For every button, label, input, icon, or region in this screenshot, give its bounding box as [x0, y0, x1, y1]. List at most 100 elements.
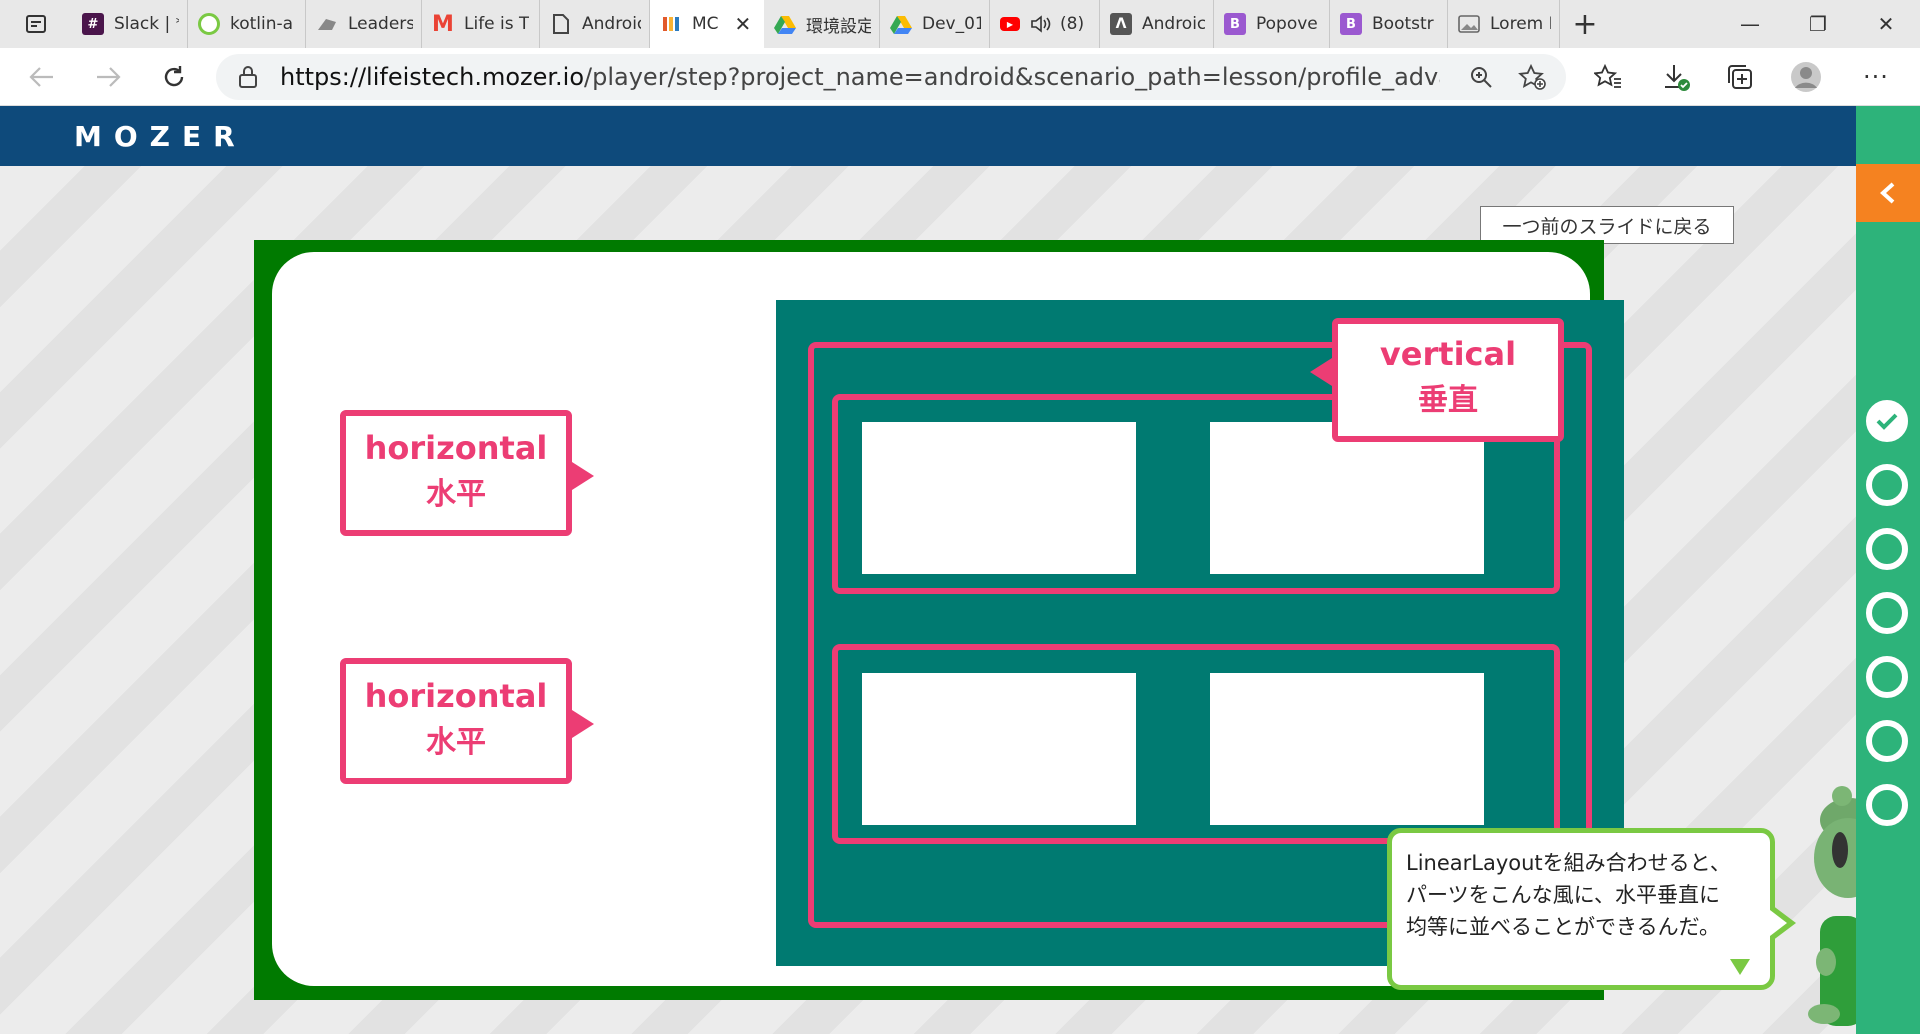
new-tab-button[interactable]: + [1560, 0, 1610, 48]
drive-icon [890, 13, 912, 35]
tab-lorem[interactable]: Lorem I [1448, 0, 1560, 48]
tab-label: MC [692, 14, 719, 34]
favorites-icon[interactable] [1592, 61, 1624, 93]
sidebar-toggle-button[interactable] [1856, 164, 1920, 222]
mozer-icon [660, 13, 682, 35]
page-icon [550, 13, 572, 35]
slide-stage: 一つ前のスライドに戻る vertical 垂直 horizontal 水平 ho… [0, 166, 1856, 1034]
close-window-button[interactable]: ✕ [1852, 0, 1920, 48]
tab-actions-button[interactable] [0, 0, 72, 48]
minimize-button[interactable]: — [1716, 0, 1784, 48]
close-tab-icon[interactable]: ✕ [735, 12, 752, 36]
layout-cell [862, 673, 1136, 825]
tab-label: Androic [1142, 14, 1205, 34]
speaker-icon[interactable] [1030, 14, 1052, 34]
progress-sidebar [1856, 106, 1920, 1034]
tab-settings-drive[interactable]: 環境設定 [764, 0, 880, 48]
next-triangle-icon[interactable] [1730, 959, 1750, 975]
progress-step-6[interactable] [1866, 720, 1908, 762]
layout-cell [1210, 673, 1484, 825]
previous-slide-button[interactable]: 一つ前のスライドに戻る [1480, 206, 1734, 244]
gmail-icon: M [432, 11, 454, 37]
restore-button[interactable]: ❐ [1784, 0, 1852, 48]
callout-japanese: 垂直 [1418, 383, 1478, 418]
callout-arrow [1310, 358, 1332, 386]
tab-label: (8) [1060, 14, 1085, 34]
url-text[interactable]: https://lifeistech.mozer.io/player/step?… [280, 63, 1440, 91]
more-menu-icon[interactable]: ··· [1860, 61, 1892, 93]
tab-popover[interactable]: B Popove [1214, 0, 1330, 48]
layout-cell [1210, 422, 1484, 574]
reload-button[interactable] [154, 57, 194, 97]
progress-step-3[interactable] [1866, 528, 1908, 570]
callout-english: vertical [1379, 335, 1517, 373]
horizontal-callout-top: horizontal 水平 [340, 410, 594, 536]
reload-icon [164, 66, 184, 87]
progress-step-2[interactable] [1866, 464, 1908, 506]
url-host: https://lifeistech.mozer.io [280, 63, 585, 91]
mascot-character [1808, 786, 1856, 1026]
layout-cell [862, 422, 1136, 574]
horizontal-callout-bottom: horizontal 水平 [340, 658, 594, 784]
tab-label: Slack | * [114, 14, 179, 34]
url-path: /player/step?project_name=android&scenar… [584, 63, 1440, 91]
downloads-icon[interactable] [1660, 61, 1692, 93]
bubble-line: パーツをこんな風に、水平垂直に [1406, 883, 1720, 907]
app-header: MOZER [0, 106, 1856, 166]
tab-label: Leaders [348, 14, 413, 34]
slack-icon: # [82, 13, 104, 35]
tab-label: Life is T [464, 14, 530, 34]
progress-step-1[interactable] [1866, 400, 1908, 442]
progress-step-5[interactable] [1866, 656, 1908, 698]
tab-leaders[interactable]: Leaders [306, 0, 422, 48]
tab-label: kotlin-a [230, 14, 294, 34]
tab-android-doc[interactable]: Androic [540, 0, 650, 48]
mozer-logo[interactable]: MOZER [74, 120, 247, 153]
android-icon: Λ [1110, 13, 1132, 35]
back-button[interactable] [22, 57, 62, 97]
tab-label: 環境設定 [806, 16, 871, 37]
collections-icon[interactable] [1724, 61, 1756, 93]
address-bar[interactable]: https://lifeistech.mozer.io/player/step?… [216, 54, 1566, 100]
add-favorite-icon[interactable] [1518, 63, 1546, 94]
arrow-right-icon [97, 67, 121, 87]
tab-label: Popove [1256, 14, 1318, 34]
progress-step-7[interactable] [1866, 784, 1908, 826]
tab-slack[interactable]: # Slack | * [72, 0, 188, 48]
bubble-line: 均等に並べることができるんだ。 [1406, 915, 1720, 939]
tab-gmail[interactable]: M Life is T [422, 0, 540, 48]
bubble-tail-inner [1770, 910, 1787, 936]
vertical-callout: vertical 垂直 [1310, 318, 1564, 442]
chevron-left-icon [1880, 182, 1895, 204]
callout-japanese: 水平 [426, 725, 486, 760]
check-icon [1876, 413, 1898, 430]
forward-button[interactable] [88, 57, 128, 97]
bubble-line: LinearLayoutを組み合わせると、 [1406, 851, 1731, 875]
tab-bootstrap[interactable]: B Bootstr [1330, 0, 1448, 48]
zoom-icon[interactable] [1468, 64, 1494, 94]
dialog-bubble[interactable]: LinearLayoutを組み合わせると、 パーツをこんな風に、水平垂直に 均等… [1387, 828, 1796, 990]
kotlin-icon [198, 13, 220, 35]
callout-english: horizontal [364, 429, 548, 467]
callout-arrow [572, 462, 594, 490]
callout-english: horizontal [364, 677, 548, 715]
profile-avatar[interactable] [1790, 61, 1822, 93]
callout-arrow [572, 710, 594, 738]
browser-tab-strip: # Slack | * kotlin-a Leaders M Life is T… [0, 0, 1920, 48]
drive-icon [774, 13, 796, 35]
arrow-left-icon [29, 67, 53, 87]
lock-icon [238, 65, 262, 89]
progress-step-4[interactable] [1866, 592, 1908, 634]
tab-label: Bootstr [1372, 14, 1434, 34]
tab-label: Androic [582, 14, 641, 34]
bootstrap-icon: B [1340, 13, 1362, 35]
bootstrap-icon: B [1224, 13, 1246, 35]
tab-kotlin[interactable]: kotlin-a [188, 0, 306, 48]
tab-label: Lorem I [1490, 14, 1551, 34]
tab-android[interactable]: Λ Androic [1100, 0, 1214, 48]
tab-mozer-active[interactable]: MC ✕ [650, 0, 764, 48]
tab-label: Dev_01 [922, 14, 981, 34]
tab-youtube[interactable]: ▶ (8) [990, 0, 1100, 48]
tab-dev-drive[interactable]: Dev_01 [880, 0, 990, 48]
tab-actions-icon [26, 15, 46, 33]
